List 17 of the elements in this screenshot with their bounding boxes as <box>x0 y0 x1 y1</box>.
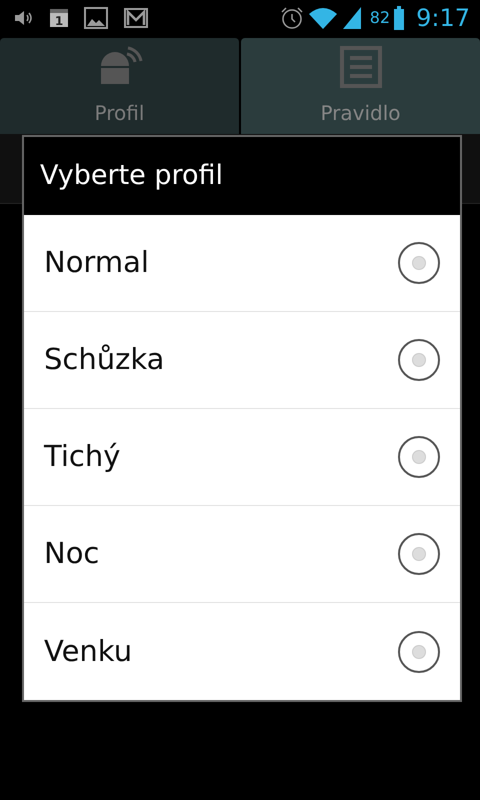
image-icon <box>84 7 108 29</box>
dialog-title: Vyberte profil <box>40 158 224 193</box>
radio-button[interactable] <box>398 242 440 284</box>
alarm-icon <box>280 6 304 30</box>
radio-button[interactable] <box>398 533 440 575</box>
wifi-icon <box>308 6 338 30</box>
radio-button[interactable] <box>398 630 440 672</box>
battery-level: 82 <box>370 7 390 29</box>
signal-icon <box>342 6 362 30</box>
volume-icon <box>14 10 34 26</box>
calendar-icon: 1 <box>50 9 68 27</box>
clock-time: 9:17 <box>416 3 470 34</box>
radio-button[interactable] <box>398 339 440 381</box>
list-icon <box>340 46 382 88</box>
battery-icon <box>394 6 404 30</box>
radio-button[interactable] <box>398 436 440 478</box>
mail-icon <box>124 8 148 28</box>
